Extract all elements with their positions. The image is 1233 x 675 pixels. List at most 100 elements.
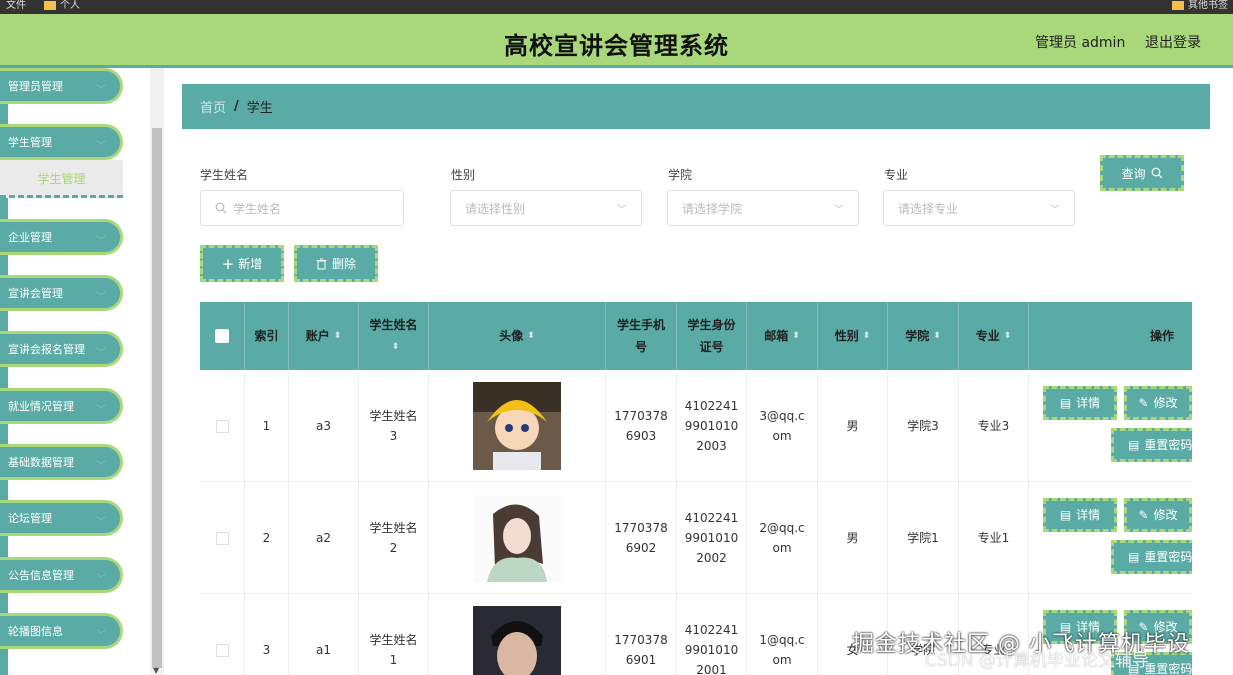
gender-select[interactable]: 请选择性别 ﹀ — [450, 190, 642, 226]
header-college-label: 学院 — [905, 329, 930, 343]
delete-label: 删除 — [331, 257, 356, 271]
chevron-down-icon: ﹀ — [1050, 205, 1060, 216]
sidebar-item-label: 学生管理 — [8, 136, 52, 149]
cell-phone-value: 17703786903 — [614, 409, 668, 443]
gender-placeholder: 请选择性别 — [465, 201, 526, 216]
header-avatar-label: 头像 — [499, 329, 524, 343]
sort-icon[interactable]: ⬍ — [527, 325, 535, 347]
student-table: 索引 账户 ⬍ 学生姓名 ⬍ 头像 ⬍ 学生手机号 学生身份证号 邮箱 ⬍ 性别 ⬍ 学院… — [200, 302, 1192, 675]
major-select[interactable]: 请选择专业 ﹀ — [883, 190, 1075, 226]
sidebar-item-1[interactable]: 管理员管理 ﹀ — [0, 68, 123, 104]
sidebar-item-5[interactable]: 宣讲会报名管理 ﹀ — [0, 331, 123, 367]
sidebar-item-4[interactable]: 宣讲会管理 ﹀ — [0, 275, 123, 311]
search-icon — [215, 202, 227, 214]
sidebar-item-7[interactable]: 基础数据管理 ﹀ — [0, 444, 123, 480]
sidebar-item-label: 宣讲会报名管理 — [8, 343, 85, 356]
cell-major-value: 专业3 — [977, 419, 1010, 433]
sidebar-item-2[interactable]: 学生管理 ﹀ — [0, 124, 123, 160]
cell-college-value: 学院1 — [907, 531, 939, 545]
cell-name-value: 学生姓名3 — [369, 409, 418, 443]
sidebar-item-label: 就业情况管理 — [8, 400, 74, 413]
sidebar-item-9[interactable]: 公告信息管理 ﹀ — [0, 557, 123, 593]
document-icon: ▤ — [1059, 508, 1072, 522]
breadcrumb-home[interactable]: 首页 — [200, 97, 226, 116]
sort-icon[interactable]: ⬍ — [863, 325, 871, 347]
sort-icon[interactable]: ⬍ — [792, 325, 800, 347]
cell-index-value: 1 — [262, 419, 271, 433]
filter-major-label: 专业 — [884, 168, 909, 182]
chevron-down-icon: ﹀ — [96, 461, 106, 472]
student-name-input[interactable]: 学生姓名 — [200, 190, 404, 226]
detail-label: 详情 — [1076, 396, 1101, 410]
detail-button[interactable]: ▤ 详情 — [1043, 498, 1117, 532]
sidebar-item-6[interactable]: 就业情况管理 ﹀ — [0, 388, 123, 424]
header-select-all[interactable] — [200, 302, 245, 370]
header-name[interactable]: 学生姓名 ⬍ — [359, 302, 429, 370]
sort-icon[interactable]: ⬍ — [392, 336, 400, 358]
reset-password-label: 重置密码 — [1144, 438, 1192, 452]
header-gender[interactable]: 性别 ⬍ — [818, 302, 888, 370]
submenu-student-management[interactable]: 学生管理 — [0, 160, 123, 198]
add-button[interactable]: + 新增 — [200, 245, 284, 282]
header-email[interactable]: 邮箱 ⬍ — [747, 302, 818, 370]
edit-label: 修改 — [1153, 396, 1178, 410]
row-checkbox[interactable] — [215, 643, 229, 657]
header-idcard[interactable]: 学生身份证号 — [677, 302, 747, 370]
header-major[interactable]: 专业 ⬍ — [959, 302, 1029, 370]
sidebar-item-10[interactable]: 轮播图信息 ﹀ — [0, 613, 123, 649]
scrollbar-thumb[interactable] — [152, 128, 162, 668]
query-button[interactable]: 查询 — [1100, 155, 1184, 191]
chevron-down-icon: ﹀ — [96, 348, 106, 359]
cell-idcard: 410224199010102003 — [677, 370, 747, 482]
reset-password-button[interactable]: ▤ 重置密码 — [1111, 428, 1192, 462]
detail-button[interactable]: ▤ 详情 — [1043, 386, 1117, 420]
sort-icon[interactable]: ⬍ — [933, 325, 941, 347]
chevron-down-icon: ﹀ — [96, 574, 106, 585]
cell-email-value: 1@qq.com — [759, 633, 805, 667]
cell-phone-value: 17703786902 — [614, 521, 668, 555]
header-avatar[interactable]: 头像 ⬍ — [429, 302, 606, 370]
scroll-down-arrow-icon[interactable]: ▼ — [153, 666, 159, 675]
college-select[interactable]: 请选择学院 ﹀ — [667, 190, 859, 226]
detail-label: 详情 — [1076, 508, 1101, 522]
pencil-icon: ✎ — [1138, 396, 1149, 410]
sort-icon[interactable]: ⬍ — [334, 325, 342, 347]
cell-college-value: 学院3 — [907, 419, 939, 433]
delete-button[interactable]: 删除 — [294, 245, 378, 282]
sidebar-item-8[interactable]: 论坛管理 ﹀ — [0, 500, 123, 536]
edit-label: 修改 — [1153, 508, 1178, 522]
plus-icon: + — [221, 254, 235, 273]
chevron-down-icon: ﹀ — [96, 85, 106, 96]
sidebar-scrollbar[interactable]: ▼ — [150, 68, 164, 675]
chevron-down-icon: ﹀ — [96, 517, 106, 528]
edit-button[interactable]: ✎ 修改 — [1124, 498, 1192, 532]
table-row: 2 a2 学生姓名2 17703786902 410224199010102002 2@q… — [200, 482, 1192, 594]
row-checkbox[interactable] — [215, 419, 229, 433]
bookmark-other-label[interactable]: 其他书签 — [1188, 0, 1228, 11]
cell-idcard-value: 410224199010102003 — [684, 399, 739, 453]
cell-gender-value: 男 — [846, 419, 859, 433]
row-checkbox[interactable] — [215, 531, 229, 545]
cell-select[interactable] — [200, 370, 245, 482]
cell-account-value: a3 — [316, 419, 331, 433]
bookmark-left-text[interactable]: 文件 — [6, 0, 26, 11]
reset-password-button[interactable]: ▤ 重置密码 — [1111, 540, 1192, 574]
cell-select[interactable] — [200, 482, 245, 594]
header-college[interactable]: 学院 ⬍ — [888, 302, 959, 370]
header-phone[interactable]: 学生手机号 — [606, 302, 677, 370]
select-all-checkbox[interactable] — [215, 329, 229, 343]
cell-idcard-value: 410224199010102001 — [684, 623, 739, 675]
cell-name-value: 学生姓名1 — [369, 633, 418, 667]
header-ops: 操作 — [1029, 302, 1192, 370]
logout-link[interactable]: 退出登录 — [1145, 32, 1201, 52]
document-icon: ▤ — [1128, 438, 1140, 452]
bookmark-folder-label[interactable]: 个人 — [60, 0, 80, 11]
edit-button[interactable]: ✎ 修改 — [1124, 386, 1192, 420]
header-index: 索引 — [245, 302, 289, 370]
sort-icon[interactable]: ⬍ — [1004, 325, 1012, 347]
search-icon — [1151, 167, 1162, 179]
header-account[interactable]: 账户 ⬍ — [289, 302, 359, 370]
sidebar-item-3[interactable]: 企业管理 ﹀ — [0, 219, 123, 255]
cell-select[interactable] — [200, 594, 245, 675]
folder-icon — [44, 1, 56, 10]
